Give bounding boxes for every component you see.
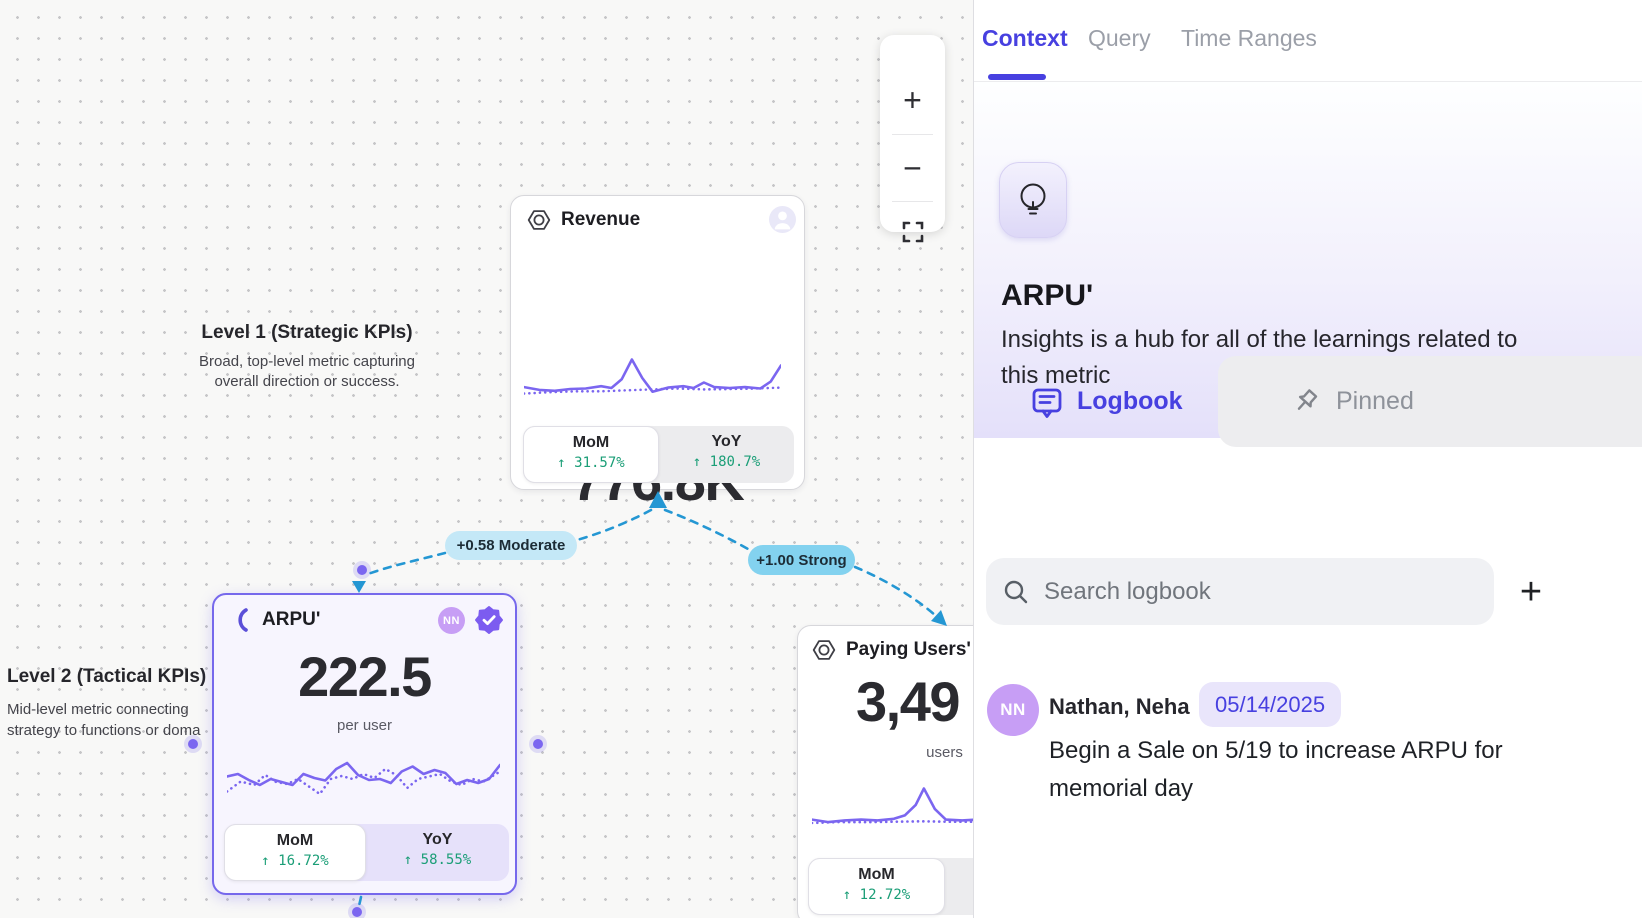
mom-value: ↑ 16.72%: [225, 853, 365, 869]
metric-unit: users: [798, 744, 973, 761]
node-revenue[interactable]: Revenue 776.8K MoM ↑ 31.57% YoY ↑ 180.7%: [510, 195, 805, 490]
active-tab-indicator: [988, 74, 1046, 80]
period-toggle: MoM ↑ 31.57% YoY ↑ 180.7%: [523, 426, 794, 483]
owner-avatar-icon: [769, 206, 796, 233]
metric-tree-canvas[interactable]: Level 1 (Strategic KPIs) Broad, top-leve…: [0, 0, 973, 918]
edge-revenue-paying: [855, 567, 936, 616]
sparkline-chart: [227, 751, 500, 807]
node-title: ARPU': [262, 609, 320, 631]
yoy-chip[interactable]: YoY ↑ 180.7%: [659, 426, 794, 483]
hexagon-metric-icon: [812, 638, 836, 662]
mom-chip[interactable]: MoM ↑ 16.72%: [224, 824, 366, 881]
canvas-zoom-controls: + −: [880, 35, 945, 232]
sparkline-chart: [524, 351, 781, 403]
tab-time-ranges[interactable]: Time Ranges: [1181, 25, 1317, 52]
connection-handle-halo: [353, 561, 371, 579]
insight-icon-tile: [999, 162, 1067, 238]
tab-logbook[interactable]: Logbook: [1031, 356, 1183, 447]
connection-handle-halo: [529, 735, 547, 753]
crescent-moon-icon: [230, 608, 252, 632]
metric-unit: per user: [214, 717, 515, 734]
yoy-value: ↑ 58.55%: [366, 852, 509, 868]
yoy-label: YoY: [659, 433, 794, 451]
fit-view-button[interactable]: [880, 205, 945, 259]
level1-annotation: Level 1 (Strategic KPIs) Broad, top-leve…: [182, 322, 432, 392]
add-log-entry-button[interactable]: +: [1509, 570, 1553, 614]
connection-handle-right[interactable]: [533, 739, 543, 749]
mom-label: MoM: [225, 832, 365, 850]
collaborator-avatar: NN: [438, 607, 465, 634]
yoy-chip[interactable]: YoY ↑ 58.55%: [366, 824, 509, 881]
node-paying-users[interactable]: Paying Users' 3,49 users MoM ↑ 12.72%: [797, 625, 973, 918]
mom-value: ↑ 12.72%: [809, 887, 944, 903]
entry-avatar: NN: [987, 684, 1039, 736]
lightbulb-icon: [1016, 180, 1050, 220]
metric-value: 3,49: [856, 669, 959, 734]
node-title: Paying Users': [846, 639, 971, 661]
search-input[interactable]: [1042, 577, 1472, 607]
metric-tree-app: Level 1 (Strategic KPIs) Broad, top-leve…: [0, 0, 1642, 918]
tab-query[interactable]: Query: [1088, 25, 1151, 52]
yoy-value: ↑ 180.7%: [659, 454, 794, 470]
correlation-label-strong[interactable]: +1.00 Strong: [748, 545, 855, 575]
pinned-label: Pinned: [1336, 387, 1414, 416]
tab-context[interactable]: Context: [982, 25, 1068, 52]
connection-handle[interactable]: [357, 565, 367, 575]
edge-arrowhead-paying: [931, 610, 947, 626]
connection-handle-halo: [348, 903, 366, 918]
search-icon: [1002, 578, 1030, 606]
node-arpu[interactable]: ARPU' NN 222.5 per user MoM ↑ 16.72% YoY…: [212, 593, 517, 895]
mom-label: MoM: [524, 434, 658, 452]
mom-chip[interactable]: MoM ↑ 12.72%: [808, 858, 945, 915]
connection-handle-bottom[interactable]: [352, 907, 362, 917]
logbook-label: Logbook: [1077, 387, 1183, 416]
divider: [892, 134, 933, 135]
panel-metric-title: ARPU': [1001, 279, 1093, 313]
tab-pinned[interactable]: Pinned: [1218, 356, 1642, 447]
edge-revenue-arpu: [368, 553, 445, 574]
mom-label: MoM: [809, 866, 944, 884]
entry-text: Begin a Sale on 5/19 to increase ARPU fo…: [1049, 732, 1541, 808]
fullscreen-icon: [902, 221, 924, 243]
edge-revenue-arpu: [577, 510, 651, 540]
metric-value: 222.5: [214, 644, 515, 709]
logbook-search: [986, 558, 1494, 625]
edge-revenue-paying: [665, 510, 748, 549]
pin-icon: [1290, 387, 1320, 417]
edge-arrowhead-down-arpu: [352, 581, 366, 593]
level1-title: Level 1 (Strategic KPIs): [182, 322, 432, 344]
period-toggle: MoM ↑ 12.72%: [808, 858, 973, 915]
divider: [892, 201, 933, 202]
panel-tab-bar: Context Query Time Ranges: [974, 0, 1642, 82]
node-title: Revenue: [561, 209, 640, 231]
metric-detail-panel: Context Query Time Ranges ARPU' Insights…: [973, 0, 1642, 918]
level1-description: Broad, top-level metric capturing overal…: [182, 352, 432, 392]
correlation-label-moderate[interactable]: +0.58 Moderate: [445, 531, 577, 560]
edge-arpu-down: [358, 897, 361, 909]
zoom-in-button[interactable]: +: [880, 73, 945, 127]
zoom-out-button[interactable]: −: [880, 140, 945, 196]
hexagon-metric-icon: [527, 208, 551, 232]
mom-chip[interactable]: MoM ↑ 31.57%: [523, 426, 659, 483]
period-toggle: MoM ↑ 16.72% YoY ↑ 58.55%: [224, 824, 509, 881]
yoy-label: YoY: [366, 831, 509, 849]
logbook-comment-icon: [1031, 386, 1063, 418]
verified-check-icon: [474, 605, 504, 635]
entry-date-badge[interactable]: 05/14/2025: [1199, 682, 1341, 727]
entry-author: Nathan, Neha: [1049, 694, 1190, 720]
sparkline-chart: [812, 783, 973, 831]
mom-value: ↑ 31.57%: [524, 455, 658, 471]
